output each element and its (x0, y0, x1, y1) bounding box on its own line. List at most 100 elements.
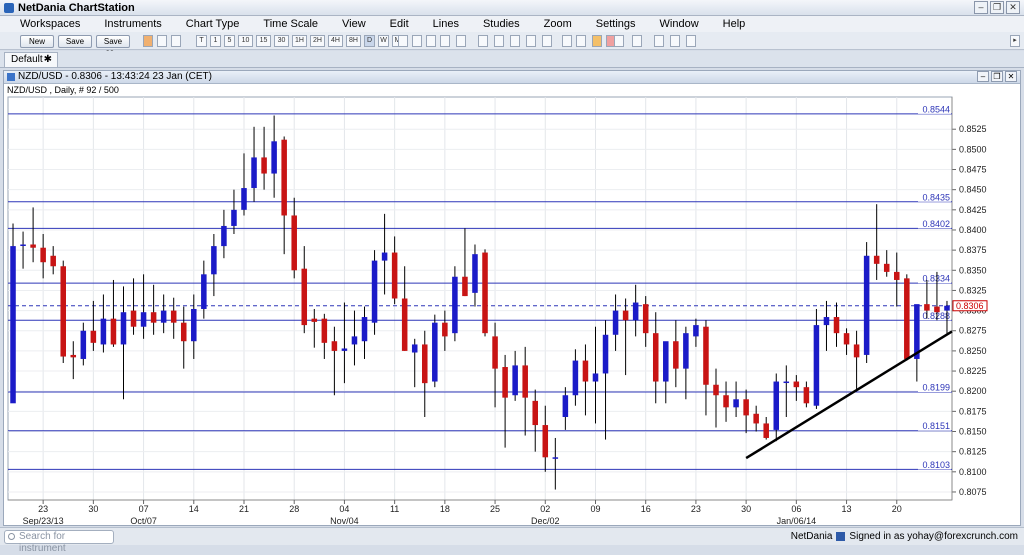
cycle-icon[interactable] (562, 35, 572, 47)
close-icon[interactable]: ✕ (1005, 71, 1017, 82)
toolbar-overflow-icon[interactable]: ▸ (1010, 35, 1020, 47)
menu-item-lines[interactable]: Lines (433, 18, 459, 30)
menu-item-time-scale[interactable]: Time Scale (263, 18, 318, 30)
info-icon[interactable] (440, 35, 450, 47)
plot-area (7, 96, 953, 501)
y-tick-label: 0.8150 (959, 427, 987, 437)
timescale-15-button[interactable]: 15 (256, 35, 271, 47)
line-chart-icon[interactable] (171, 35, 181, 47)
timescale-30-button[interactable]: 30 (274, 35, 289, 47)
candle-body (763, 423, 769, 438)
candle-body (572, 360, 579, 396)
candle-body (522, 365, 528, 398)
zoom-fit-icon[interactable] (654, 35, 664, 47)
candle-body (924, 304, 930, 311)
fan-icon[interactable] (542, 35, 552, 47)
candle-body (281, 139, 287, 216)
x-tick-label: 25 (490, 504, 500, 514)
candle-body (432, 322, 438, 382)
level-label: 0.8544 (922, 104, 950, 114)
candle-body (773, 381, 780, 430)
close-tab-icon[interactable]: ✱ (44, 53, 52, 67)
arrows-icon[interactable] (456, 35, 466, 47)
channel-icon[interactable] (526, 35, 536, 47)
print-icon[interactable] (614, 35, 624, 47)
menu-item-studies[interactable]: Studies (483, 18, 520, 30)
candle-chart-icon[interactable] (157, 35, 167, 47)
candle-body (883, 263, 890, 272)
x-tick-label: 30 (741, 504, 751, 514)
timescale-d-button[interactable]: D (364, 35, 375, 47)
x-tick-label: 23 (38, 504, 48, 514)
instrument-search-input[interactable]: Search for instrument (4, 530, 114, 554)
new-button[interactable]: New (20, 35, 54, 48)
fibonacci-icon[interactable] (510, 35, 520, 47)
pencil-icon[interactable] (478, 35, 488, 47)
menu-item-instruments[interactable]: Instruments (104, 18, 161, 30)
candle-body (170, 310, 177, 323)
delete-icon[interactable] (592, 35, 602, 47)
brand-label: NetDania (790, 531, 833, 542)
timescale-1-button[interactable]: 1 (210, 35, 221, 47)
save-as-button[interactable]: Save as... (96, 35, 130, 57)
candle-body (582, 360, 589, 382)
y-tick-label: 0.8125 (959, 447, 987, 457)
minimize-icon[interactable]: – (974, 1, 988, 14)
tab-default[interactable]: Default ✱ (4, 52, 58, 67)
candle-body (90, 330, 97, 343)
menu-item-zoom[interactable]: Zoom (544, 18, 572, 30)
timescale-1h-button[interactable]: 1H (292, 35, 307, 47)
candle-body (853, 344, 860, 358)
zoom-out-icon[interactable] (686, 35, 696, 47)
copy-icon[interactable] (632, 35, 642, 47)
search-placeholder: Search for instrument (19, 531, 66, 554)
close-icon[interactable]: ✕ (1006, 1, 1020, 14)
current-price-label: 0.8306 (956, 301, 984, 311)
trendline-icon[interactable] (494, 35, 504, 47)
crosshair-icon[interactable] (398, 35, 408, 47)
candle-body (140, 312, 147, 327)
menu-item-chart-type[interactable]: Chart Type (186, 18, 240, 30)
menu-item-workspaces[interactable]: Workspaces (20, 18, 80, 30)
candle-body (30, 244, 36, 248)
candle-body (944, 305, 950, 311)
timescale-10-button[interactable]: 10 (238, 35, 253, 47)
minimize-icon[interactable]: – (977, 71, 989, 82)
x-tick-label: 16 (641, 504, 651, 514)
candle-body (391, 252, 398, 299)
zoom-in-icon[interactable] (670, 35, 680, 47)
timescale-5-button[interactable]: 5 (224, 35, 235, 47)
timescale-2h-button[interactable]: 2H (310, 35, 325, 47)
restore-icon[interactable]: ❐ (990, 1, 1004, 14)
timescale-8h-button[interactable]: 8H (346, 35, 361, 47)
timescale-t-button[interactable]: T (196, 35, 207, 47)
candle-body (602, 334, 609, 374)
candle-body (642, 304, 649, 334)
candle-body (612, 310, 619, 335)
status-bar: Search for instrument NetDania Signed in… (0, 527, 1024, 554)
draw-icon[interactable] (576, 35, 586, 47)
menu-item-window[interactable]: Window (660, 18, 699, 30)
menu-item-view[interactable]: View (342, 18, 366, 30)
x-date-label: Oct/07 (130, 516, 157, 525)
horizontal-line-icon[interactable] (412, 35, 422, 47)
timescale-w-button[interactable]: W (378, 35, 389, 47)
candle-body (40, 247, 46, 263)
bar-chart-icon[interactable] (143, 35, 153, 47)
restore-icon[interactable]: ❐ (991, 71, 1003, 82)
x-tick-label: 21 (239, 504, 249, 514)
candle-body (934, 306, 940, 313)
candle-body (211, 246, 217, 275)
vertical-line-icon[interactable] (426, 35, 436, 47)
menu-item-help[interactable]: Help (723, 18, 746, 30)
x-tick-label: 13 (842, 504, 852, 514)
y-tick-label: 0.8200 (959, 386, 987, 396)
candle-body (673, 341, 679, 369)
menu-item-edit[interactable]: Edit (390, 18, 409, 30)
candle-body (70, 354, 77, 358)
candle-body (351, 336, 358, 345)
menu-item-settings[interactable]: Settings (596, 18, 636, 30)
save-button[interactable]: Save (58, 35, 92, 48)
candlestick-chart[interactable]: 0.8525 0.8500 0.8475 0.8450 0.8425 0.8400 0.83… (4, 84, 1020, 525)
timescale-4h-button[interactable]: 4H (328, 35, 343, 47)
